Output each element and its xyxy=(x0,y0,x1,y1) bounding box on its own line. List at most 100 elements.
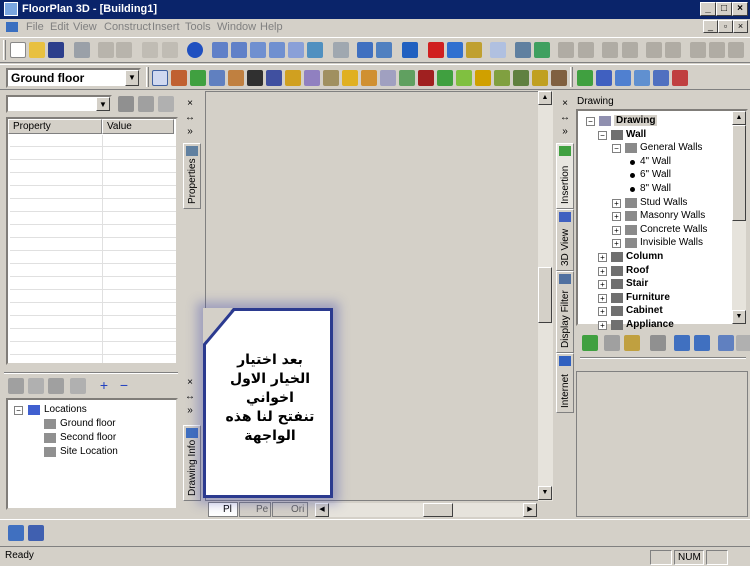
level-combo[interactable]: Ground floor ▼ xyxy=(6,68,141,88)
zoom-out-icon[interactable] xyxy=(231,42,247,58)
tab-perspective[interactable]: Pe xyxy=(239,502,271,517)
menu-help[interactable]: Help xyxy=(260,21,283,33)
door-icon[interactable] xyxy=(190,70,206,86)
tree-item[interactable]: 6" Wall xyxy=(640,169,671,180)
select-arrow-icon[interactable] xyxy=(152,70,168,86)
locations-tree[interactable]: − Locations Ground floor Second floor Si… xyxy=(6,398,178,510)
collapse-icon[interactable]: − xyxy=(612,144,621,154)
layers-icon[interactable] xyxy=(447,42,463,58)
expand-icon[interactable]: » xyxy=(183,404,197,418)
toolbar-grip[interactable] xyxy=(570,67,573,87)
tree-item-site-location[interactable]: Site Location xyxy=(60,446,118,457)
close-button[interactable]: × xyxy=(732,2,748,16)
tab-properties[interactable]: Properties xyxy=(183,143,201,209)
menu-insert[interactable]: Insert xyxy=(152,21,180,33)
tab-internet[interactable]: Internet xyxy=(556,353,574,413)
scroll-thumb[interactable] xyxy=(732,125,746,221)
tree-item-locations[interactable]: Locations xyxy=(44,404,87,415)
tree-item[interactable]: Stair xyxy=(626,278,648,289)
close-icon[interactable]: × xyxy=(183,376,197,390)
tree-item[interactable]: Masonry Walls xyxy=(640,210,705,221)
internet-icon[interactable] xyxy=(653,70,669,86)
expand-icon[interactable]: + xyxy=(598,307,607,317)
menu-tools[interactable]: Tools xyxy=(185,21,211,33)
hscroll-thumb[interactable] xyxy=(423,503,453,517)
value-column-header[interactable]: Value xyxy=(102,119,174,134)
print-icon[interactable] xyxy=(74,42,90,58)
railing-icon[interactable] xyxy=(494,70,510,86)
tree-item-second-floor[interactable]: Second floor xyxy=(60,432,116,443)
insert-object-icon[interactable] xyxy=(582,335,598,351)
horizontal-scrollbar[interactable] xyxy=(329,503,523,517)
expand-icon[interactable]: » xyxy=(183,125,197,139)
list-view-icon[interactable] xyxy=(694,335,710,351)
path-icon[interactable] xyxy=(456,70,472,86)
all-icon[interactable] xyxy=(70,378,86,394)
scroll-down-button[interactable]: ▼ xyxy=(538,486,552,500)
scroll-up-button[interactable]: ▲ xyxy=(538,91,552,105)
delete-icon[interactable] xyxy=(48,378,64,394)
menu-construct[interactable]: Construct xyxy=(104,21,151,33)
toolbar-grip[interactable] xyxy=(146,67,149,87)
properties-icon[interactable] xyxy=(650,335,666,351)
new-folder-icon[interactable] xyxy=(604,335,620,351)
zoom-realtime-icon[interactable] xyxy=(288,42,304,58)
center-v-icon[interactable] xyxy=(709,42,725,58)
expand-icon[interactable]: » xyxy=(558,125,572,139)
tree-item[interactable]: 4" Wall xyxy=(640,156,671,167)
open-icon[interactable] xyxy=(29,42,45,58)
pin-icon[interactable]: ↔ xyxy=(558,111,572,125)
scroll-up-button[interactable]: ▲ xyxy=(732,111,746,125)
location-add-icon[interactable] xyxy=(8,378,24,394)
grid-icon[interactable] xyxy=(490,42,506,58)
tree-item[interactable]: Appliance xyxy=(626,319,674,330)
paste-icon[interactable] xyxy=(116,42,132,58)
column-icon[interactable] xyxy=(266,70,282,86)
tab-plan[interactable]: Pl xyxy=(208,502,238,517)
tab-3d-view[interactable]: 3D View xyxy=(556,209,574,271)
expand-icon[interactable]: + xyxy=(598,266,607,276)
help-icon[interactable] xyxy=(187,42,203,58)
furniture-icon[interactable] xyxy=(361,70,377,86)
zoom-in-icon[interactable] xyxy=(212,42,228,58)
chevron-down-icon[interactable]: ▼ xyxy=(125,70,139,86)
scroll-right-button[interactable]: ▶ xyxy=(523,503,537,517)
insertion-tree[interactable]: − Drawing − Wall − General Walls 4" Wall 6" Wal… xyxy=(576,109,748,330)
expand-icon[interactable]: + xyxy=(598,253,607,262)
chevron-down-icon[interactable]: ▼ xyxy=(96,97,110,111)
expand-icon[interactable]: + xyxy=(612,225,621,235)
plant-icon[interactable] xyxy=(399,70,415,86)
mdi-minimize-button[interactable]: _ xyxy=(703,20,718,33)
new-icon[interactable] xyxy=(10,42,26,58)
tree-item[interactable]: Column xyxy=(626,251,663,262)
materials-icon[interactable] xyxy=(466,42,482,58)
deck-icon[interactable] xyxy=(475,70,491,86)
room-icon[interactable] xyxy=(304,70,320,86)
menu-edit[interactable]: Edit xyxy=(50,21,69,33)
menu-view[interactable]: View xyxy=(73,21,97,33)
expand-all-icon[interactable]: + xyxy=(96,378,112,394)
design-center-icon[interactable] xyxy=(8,525,24,541)
distribute-v-icon[interactable] xyxy=(665,42,681,58)
property-column-header[interactable]: Property xyxy=(8,119,102,134)
pan-icon[interactable] xyxy=(333,42,349,58)
open-folder-icon[interactable] xyxy=(624,335,640,351)
beam-icon[interactable] xyxy=(285,70,301,86)
expand-icon[interactable]: + xyxy=(598,280,607,290)
property-object-combo[interactable]: ▼ xyxy=(6,95,112,113)
maximize-button[interactable]: □ xyxy=(716,2,732,16)
tree-item[interactable]: Invisible Walls xyxy=(640,237,703,248)
tree-item[interactable]: Stud Walls xyxy=(640,197,687,208)
close-icon[interactable]: × xyxy=(183,97,197,111)
tree-item[interactable]: Wall xyxy=(626,129,646,140)
property-grid[interactable]: Property Value xyxy=(6,117,178,365)
snap-icon[interactable] xyxy=(515,42,531,58)
light-icon[interactable] xyxy=(551,70,567,86)
fence-icon[interactable] xyxy=(513,70,529,86)
zoom-previous-icon[interactable] xyxy=(269,42,285,58)
3d-view-icon[interactable] xyxy=(357,42,373,58)
tree-view-icon[interactable] xyxy=(674,335,690,351)
expand-icon[interactable]: + xyxy=(612,239,621,249)
text-icon[interactable] xyxy=(402,42,418,58)
tab-orientation[interactable]: Ori xyxy=(272,502,308,517)
